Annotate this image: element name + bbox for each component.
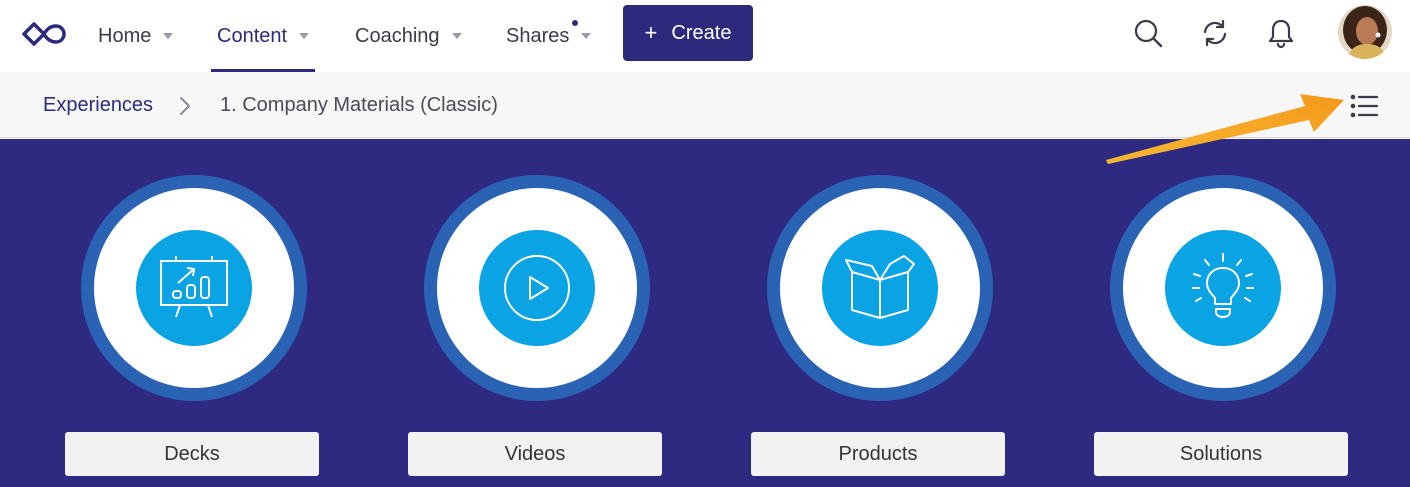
tile-ring-inner xyxy=(94,188,294,388)
tile-icon-circle xyxy=(136,230,252,346)
create-button[interactable]: + Create xyxy=(623,5,753,61)
search-icon[interactable] xyxy=(1131,16,1165,50)
bell-icon[interactable] xyxy=(1264,16,1298,50)
tile-decks[interactable]: Decks xyxy=(60,139,320,487)
tile-ring xyxy=(424,175,650,401)
tile-label-videos[interactable]: Videos xyxy=(408,432,662,476)
experience-grid: Decks Videos Products Solutions xyxy=(0,139,1410,487)
tile-ring-inner xyxy=(437,188,637,388)
tile-products[interactable]: Products xyxy=(746,139,1006,487)
annotation-arrow-icon xyxy=(1106,94,1344,164)
notification-dot xyxy=(572,20,578,26)
plus-icon: + xyxy=(644,20,658,45)
infinity-logo-icon[interactable] xyxy=(20,20,68,48)
create-button-label: Create xyxy=(671,21,732,44)
chevron-down-icon xyxy=(163,33,174,39)
lightbulb-icon xyxy=(1192,253,1254,318)
tile-ring xyxy=(1110,175,1336,401)
nav-home-label: Home xyxy=(98,24,152,47)
play-circle-icon xyxy=(504,255,570,321)
avatar[interactable] xyxy=(1338,5,1392,59)
nav-content[interactable]: Content xyxy=(211,0,316,72)
tile-icon-circle xyxy=(479,230,595,346)
tile-icon-circle xyxy=(1165,230,1281,346)
breadcrumb-current: 1. Company Materials (Classic) xyxy=(220,94,498,116)
chevron-down-icon xyxy=(451,33,462,39)
tile-ring xyxy=(81,175,307,401)
nav-shares-label: Shares xyxy=(506,24,570,47)
tile-solutions[interactable]: Solutions xyxy=(1089,139,1349,487)
tile-videos[interactable]: Videos xyxy=(403,139,663,487)
nav-coaching-label: Coaching xyxy=(355,24,440,47)
nav-shares[interactable]: Shares xyxy=(506,0,592,72)
breadcrumb-experiences-link[interactable]: Experiences xyxy=(43,94,153,117)
tile-label-solutions[interactable]: Solutions xyxy=(1094,432,1348,476)
chevron-down-icon xyxy=(581,33,592,39)
top-navigation: Home Content Coaching Shares + Create xyxy=(0,0,1410,72)
tile-icon-circle xyxy=(822,230,938,346)
user-avatar-icon xyxy=(1338,5,1392,59)
chevron-down-icon xyxy=(299,33,310,39)
nav-content-label: Content xyxy=(217,24,288,47)
sync-icon[interactable] xyxy=(1198,16,1232,50)
nav-home[interactable]: Home xyxy=(98,0,174,72)
open-box-icon xyxy=(845,255,915,319)
chevron-right-icon xyxy=(180,97,190,115)
presentation-chart-icon xyxy=(160,256,228,318)
tile-label-decks[interactable]: Decks xyxy=(65,432,319,476)
tile-label-products[interactable]: Products xyxy=(751,432,1005,476)
nav-coaching[interactable]: Coaching xyxy=(355,0,462,72)
tile-ring-inner xyxy=(1123,188,1323,388)
list-view-icon[interactable] xyxy=(1348,92,1380,120)
tile-ring-inner xyxy=(780,188,980,388)
tile-ring xyxy=(767,175,993,401)
